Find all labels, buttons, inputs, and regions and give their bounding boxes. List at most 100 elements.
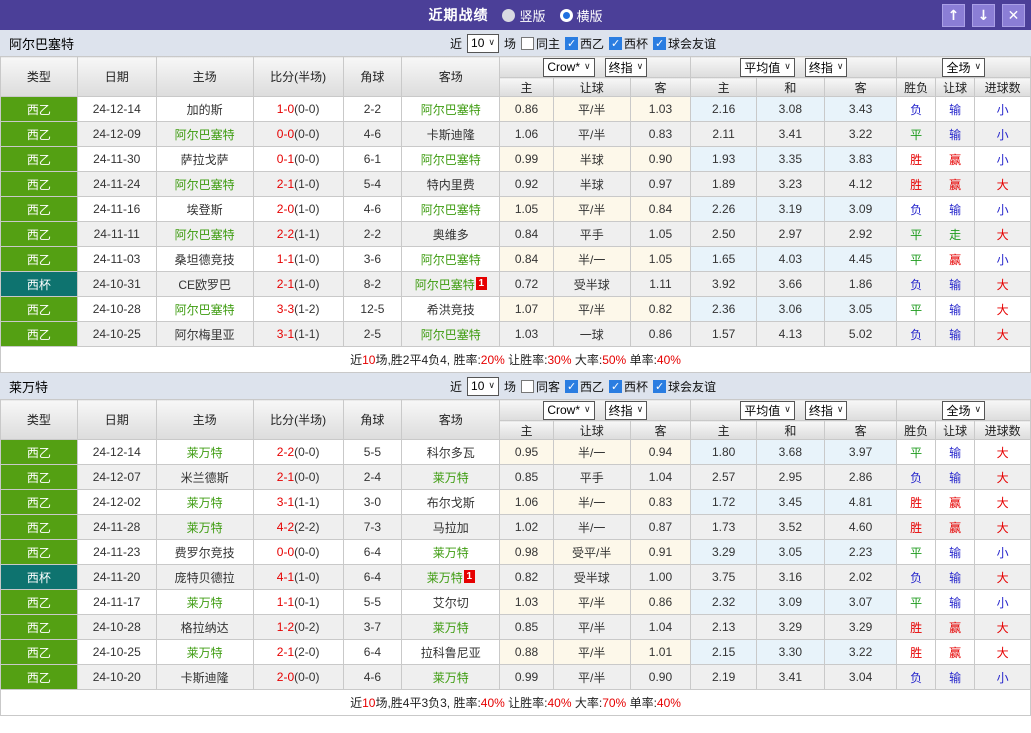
halftime-score: (0-2) bbox=[294, 620, 320, 634]
summary-text: 大率: bbox=[571, 353, 603, 367]
halftime-score: (0-0) bbox=[294, 152, 320, 166]
away-team-cell: 拉科鲁尼亚 bbox=[401, 639, 501, 665]
halftime-score: (0-0) bbox=[294, 545, 320, 559]
away-team-cell: 马拉加 bbox=[401, 514, 501, 540]
fulltime-score: 4-2 bbox=[276, 520, 295, 534]
summary-text: 30% bbox=[547, 353, 572, 367]
filter-near-label: 近 bbox=[450, 36, 463, 51]
fulltime-select[interactable]: 全场 ∨ bbox=[942, 57, 986, 77]
avg-home-cell: 1.73 bbox=[690, 514, 757, 540]
odds-away-cell: 0.82 bbox=[629, 296, 692, 322]
avg-home-cell: 2.32 bbox=[690, 589, 757, 615]
same-venue-checkbox[interactable] bbox=[520, 379, 534, 393]
result-goals-cell: 大 bbox=[974, 221, 1031, 247]
move-down-button[interactable]: ↓ bbox=[972, 4, 995, 27]
competition-checkbox-2[interactable] bbox=[609, 36, 623, 50]
fulltime-score: 1-1 bbox=[276, 252, 295, 266]
average-select[interactable]: 平均值 ∨ bbox=[740, 57, 795, 77]
corner-cell: 5-5 bbox=[342, 589, 403, 615]
sub-column-header-7: 胜负 bbox=[896, 420, 936, 440]
result-goals-cell: 大 bbox=[974, 489, 1031, 515]
result-handicap-cell: 赢 bbox=[934, 146, 976, 172]
away-team-cell: 莱万特 bbox=[401, 614, 501, 640]
fulltime-score: 4-1 bbox=[276, 570, 295, 584]
result-goals-cell: 大 bbox=[974, 296, 1031, 322]
odds-stage-select[interactable]: 终指 ∨ bbox=[604, 400, 648, 420]
away-team-name: 莱万特 bbox=[432, 470, 469, 485]
layout-horizontal-radio[interactable]: 横版 bbox=[559, 6, 603, 25]
fulltime-select[interactable]: 全场 ∨ bbox=[942, 400, 986, 420]
corner-cell: 5-5 bbox=[342, 439, 403, 465]
away-team-name: 特内里费 bbox=[426, 177, 475, 192]
competition-checkbox-1[interactable] bbox=[565, 36, 578, 50]
halftime-score: (0-0) bbox=[294, 670, 320, 684]
odds-away-cell: 1.05 bbox=[629, 221, 692, 247]
sub-column-header-7: 胜负 bbox=[896, 77, 936, 97]
table-row: 西乙 24-12-14 加的斯 1-0(0-0) 2-2 阿尔巴塞特 0.86 平/半 1.03… bbox=[0, 96, 1031, 122]
away-team-name: 莱万特 bbox=[432, 545, 469, 560]
result-goals-cell: 小 bbox=[974, 196, 1031, 222]
date-cell: 24-11-11 bbox=[76, 221, 157, 247]
odds-away-cell: 0.86 bbox=[629, 589, 692, 615]
avg-home-cell: 1.93 bbox=[690, 146, 757, 172]
result-handicap-cell: 输 bbox=[934, 664, 976, 690]
match-count-select[interactable]: 10 ∨ bbox=[467, 376, 499, 396]
layout-horizontal-label: 横版 bbox=[576, 8, 603, 24]
summary-text: 40% bbox=[656, 696, 681, 710]
result-handicap-cell: 输 bbox=[934, 196, 976, 222]
result-wdl-cell: 平 bbox=[896, 121, 936, 147]
odds-away-cell: 0.84 bbox=[629, 196, 692, 222]
bookmaker-select[interactable]: Crow* ∨ bbox=[543, 57, 595, 77]
score-cell: 2-1(1-0) bbox=[252, 271, 344, 297]
avg-draw-cell: 3.16 bbox=[755, 564, 825, 590]
bookmaker-select[interactable]: Crow* ∨ bbox=[543, 400, 595, 420]
fulltime-select-value: 全场 bbox=[946, 403, 971, 418]
layout-vertical-radio[interactable]: 竖版 bbox=[502, 6, 546, 25]
table-row: 西乙 24-11-03 桑坦德竞技 1-1(1-0) 3-6 阿尔巴塞特 0.84 半/一 1.… bbox=[0, 246, 1031, 272]
odds-away-cell: 1.04 bbox=[629, 464, 692, 490]
competition-checkbox-1[interactable] bbox=[565, 379, 578, 393]
result-goals-cell: 小 bbox=[974, 246, 1031, 272]
result-wdl-cell: 平 bbox=[896, 221, 936, 247]
handicap-cell: 受平/半 bbox=[552, 539, 631, 565]
fulltime-score: 0-0 bbox=[276, 545, 295, 559]
close-button[interactable]: ✕ bbox=[1002, 4, 1025, 27]
corner-cell: 3-0 bbox=[342, 489, 403, 515]
home-team-cell: 埃登斯 bbox=[155, 196, 254, 222]
result-handicap-cell: 输 bbox=[934, 589, 976, 615]
match-count-select[interactable]: 10 ∨ bbox=[467, 33, 499, 53]
same-venue-checkbox[interactable] bbox=[520, 36, 534, 50]
league-cell: 西乙 bbox=[0, 464, 78, 490]
avg-draw-cell: 3.06 bbox=[755, 296, 825, 322]
competition-checkbox-3[interactable] bbox=[653, 379, 667, 393]
average-select[interactable]: 平均值 ∨ bbox=[740, 400, 795, 420]
home-team-name: CE欧罗巴 bbox=[178, 277, 231, 292]
table-row: 西乙 24-12-07 米兰德斯 2-1(0-0) 2-4 莱万特 0.85 平手 1.04 2.… bbox=[0, 464, 1031, 490]
avg-draw-cell: 3.35 bbox=[755, 146, 825, 172]
competition-checkbox-2[interactable] bbox=[609, 379, 623, 393]
avg-odds-stage-select[interactable]: 终指 ∨ bbox=[804, 57, 848, 77]
avg-draw-cell: 3.23 bbox=[755, 171, 825, 197]
result-wdl-cell: 负 bbox=[896, 96, 936, 122]
away-team-name: 卡斯迪隆 bbox=[426, 127, 475, 142]
avg-away-cell: 3.29 bbox=[823, 614, 898, 640]
chevron-down-icon: ∨ bbox=[974, 405, 982, 415]
competition-checkbox-3[interactable] bbox=[653, 36, 667, 50]
summary-text: 让胜率: bbox=[504, 696, 548, 710]
avg-away-cell: 2.23 bbox=[823, 539, 898, 565]
odds-home-cell: 1.05 bbox=[499, 196, 554, 222]
avg-draw-cell: 3.66 bbox=[755, 271, 825, 297]
fulltime-score: 0-1 bbox=[276, 152, 295, 166]
avg-draw-cell: 4.13 bbox=[755, 321, 825, 347]
move-up-button[interactable]: ↑ bbox=[942, 4, 965, 27]
halftime-score: (1-0) bbox=[294, 277, 320, 291]
summary-text: 单率: bbox=[626, 353, 657, 367]
avg-odds-stage-select[interactable]: 终指 ∨ bbox=[804, 400, 848, 420]
odds-stage-select[interactable]: 终指 ∨ bbox=[604, 57, 648, 77]
team-filter-bar: 莱万特 近 10∨ 场 同客 西乙 西杯 球会友谊 bbox=[0, 373, 1031, 399]
same-venue-checkbox-label: 同主 bbox=[535, 36, 560, 51]
handicap-cell: 平/半 bbox=[552, 614, 631, 640]
halftime-score: (1-1) bbox=[294, 495, 320, 509]
date-cell: 24-10-28 bbox=[76, 614, 157, 640]
league-cell: 西乙 bbox=[0, 146, 78, 172]
